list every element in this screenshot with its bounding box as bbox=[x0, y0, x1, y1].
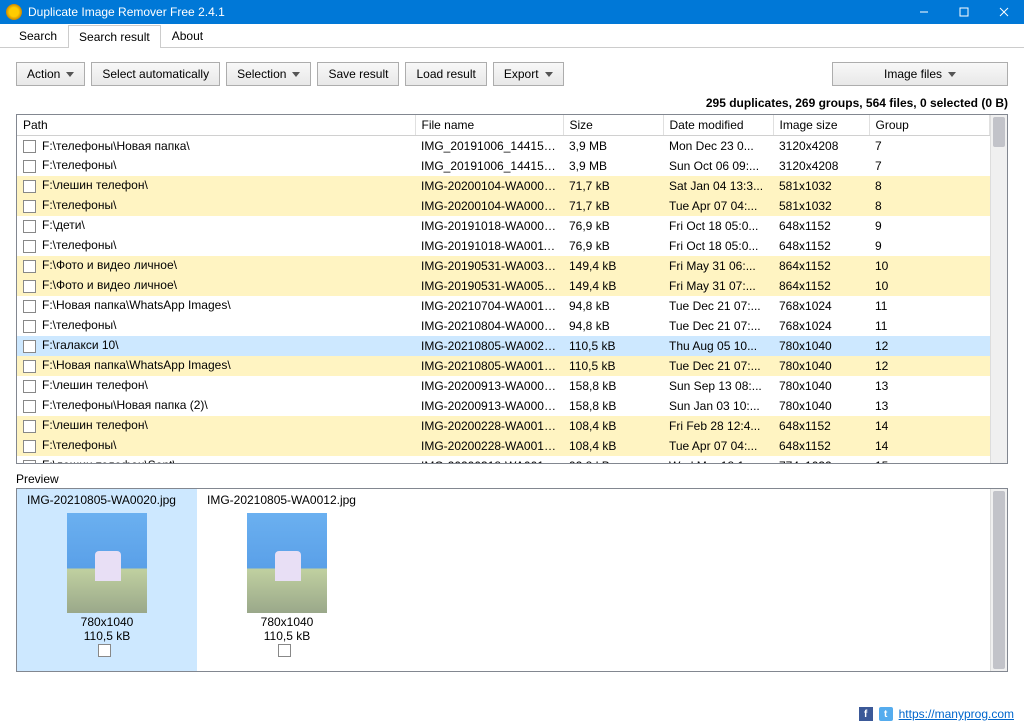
row-checkbox[interactable] bbox=[23, 320, 36, 333]
col-path[interactable]: Path bbox=[17, 115, 415, 136]
preview-item[interactable]: IMG-20210805-WA0012.jpg 780x1040110,5 kB bbox=[197, 489, 377, 671]
facebook-icon[interactable]: f bbox=[859, 707, 873, 721]
table-row[interactable]: F:\лешин телефон\IMG-20200228-WA0015....… bbox=[17, 416, 990, 436]
row-checkbox[interactable] bbox=[23, 180, 36, 193]
row-checkbox[interactable] bbox=[23, 420, 36, 433]
scroll-thumb[interactable] bbox=[993, 117, 1005, 147]
col-filename[interactable]: File name bbox=[415, 115, 563, 136]
row-checkbox[interactable] bbox=[23, 260, 36, 273]
close-button[interactable] bbox=[984, 0, 1024, 24]
vertical-scrollbar[interactable] bbox=[990, 115, 1007, 463]
footer: f t https://manyprog.com bbox=[859, 707, 1014, 721]
row-checkbox[interactable] bbox=[23, 460, 36, 463]
select-auto-button[interactable]: Select automatically bbox=[91, 62, 220, 86]
results-table: Path File name Size Date modified Image … bbox=[16, 114, 1008, 464]
preview-filename: IMG-20210805-WA0012.jpg bbox=[205, 489, 369, 511]
toolbar: Action Select automatically Selection Sa… bbox=[0, 48, 1024, 96]
app-icon bbox=[6, 4, 22, 20]
table-row[interactable]: F:\лешин телефон\IMG-20200913-WA0000....… bbox=[17, 376, 990, 396]
table-row[interactable]: F:\Фото и видео личное\IMG-20190531-WA00… bbox=[17, 256, 990, 276]
preview-size: 110,5 kB bbox=[205, 629, 369, 643]
twitter-icon[interactable]: t bbox=[879, 707, 893, 721]
caret-icon bbox=[292, 72, 300, 77]
save-result-button[interactable]: Save result bbox=[317, 62, 399, 86]
caret-icon bbox=[948, 72, 956, 77]
maximize-button[interactable] bbox=[944, 0, 984, 24]
row-checkbox[interactable] bbox=[23, 300, 36, 313]
preview-filename: IMG-20210805-WA0020.jpg bbox=[25, 489, 189, 511]
action-button[interactable]: Action bbox=[16, 62, 85, 86]
scroll-thumb[interactable] bbox=[993, 491, 1005, 669]
website-link[interactable]: https://manyprog.com bbox=[899, 707, 1014, 721]
table-row[interactable]: F:\Фото и видео личное\IMG-20190531-WA00… bbox=[17, 276, 990, 296]
table-row[interactable]: F:\телефоны\IMG-20200228-WA0015....108,4… bbox=[17, 436, 990, 456]
row-checkbox[interactable] bbox=[23, 240, 36, 253]
preview-checkbox[interactable] bbox=[278, 644, 291, 657]
table-row[interactable]: F:\телефоны\IMG-20200104-WA0001....71,7 … bbox=[17, 196, 990, 216]
preview-panel: IMG-20210805-WA0020.jpg780x1040110,5 kBI… bbox=[16, 488, 1008, 672]
preview-checkbox[interactable] bbox=[98, 644, 111, 657]
table-row[interactable]: F:\телефоны\IMG-20191018-WA0011....76,9 … bbox=[17, 236, 990, 256]
minimize-button[interactable] bbox=[904, 0, 944, 24]
preview-item[interactable]: IMG-20210805-WA0020.jpg 780x1040110,5 kB bbox=[17, 489, 197, 671]
load-result-button[interactable]: Load result bbox=[405, 62, 486, 86]
col-imgsize[interactable]: Image size bbox=[773, 115, 869, 136]
col-size[interactable]: Size bbox=[563, 115, 663, 136]
tab-search-result[interactable]: Search result bbox=[68, 25, 161, 48]
window-title: Duplicate Image Remover Free 2.4.1 bbox=[28, 5, 904, 19]
table-row[interactable]: F:\телефоны\IMG_20191006_144154.jpg3,9 M… bbox=[17, 156, 990, 176]
selection-button[interactable]: Selection bbox=[226, 62, 311, 86]
table-row[interactable]: F:\лешин телефон\Sent\IMG-20200318-WA001… bbox=[17, 456, 990, 464]
preview-dimensions: 780x1040 bbox=[205, 615, 369, 629]
preview-label: Preview bbox=[16, 472, 1008, 486]
col-group[interactable]: Group bbox=[869, 115, 990, 136]
status-line: 295 duplicates, 269 groups, 564 files, 0… bbox=[0, 96, 1024, 114]
table-row[interactable]: F:\галакси 10\IMG-20210805-WA0020....110… bbox=[17, 336, 990, 356]
row-checkbox[interactable] bbox=[23, 400, 36, 413]
table-row[interactable]: F:\телефоны\IMG-20210804-WA0003....94,8 … bbox=[17, 316, 990, 336]
row-checkbox[interactable] bbox=[23, 440, 36, 453]
table-row[interactable]: F:\лешин телефон\IMG-20200104-WA0002....… bbox=[17, 176, 990, 196]
row-checkbox[interactable] bbox=[23, 220, 36, 233]
table-row[interactable]: F:\Новая папка\WhatsApp Images\IMG-20210… bbox=[17, 356, 990, 376]
table-row[interactable]: F:\телефоны\Новая папка (2)\IMG-20200913… bbox=[17, 396, 990, 416]
row-checkbox[interactable] bbox=[23, 280, 36, 293]
row-checkbox[interactable] bbox=[23, 340, 36, 353]
image-files-button[interactable]: Image files bbox=[832, 62, 1008, 86]
table-row[interactable]: F:\Новая папка\WhatsApp Images\IMG-20210… bbox=[17, 296, 990, 316]
table-row[interactable]: F:\дети\IMG-20191018-WA0006....76,9 kBFr… bbox=[17, 216, 990, 236]
titlebar: Duplicate Image Remover Free 2.4.1 bbox=[0, 0, 1024, 24]
table-row[interactable]: F:\телефоны\Новая папка\IMG_20191006_144… bbox=[17, 136, 990, 156]
row-checkbox[interactable] bbox=[23, 140, 36, 153]
col-date[interactable]: Date modified bbox=[663, 115, 773, 136]
preview-scrollbar[interactable] bbox=[990, 489, 1007, 671]
export-button[interactable]: Export bbox=[493, 62, 564, 86]
row-checkbox[interactable] bbox=[23, 200, 36, 213]
preview-dimensions: 780x1040 bbox=[25, 615, 189, 629]
tab-about[interactable]: About bbox=[161, 24, 214, 47]
caret-icon bbox=[66, 72, 74, 77]
preview-size: 110,5 kB bbox=[25, 629, 189, 643]
preview-thumbnail bbox=[67, 513, 147, 613]
tab-bar: Search Search result About bbox=[0, 24, 1024, 48]
caret-icon bbox=[545, 72, 553, 77]
row-checkbox[interactable] bbox=[23, 380, 36, 393]
tab-search[interactable]: Search bbox=[8, 24, 68, 47]
preview-thumbnail bbox=[247, 513, 327, 613]
row-checkbox[interactable] bbox=[23, 360, 36, 373]
row-checkbox[interactable] bbox=[23, 160, 36, 173]
